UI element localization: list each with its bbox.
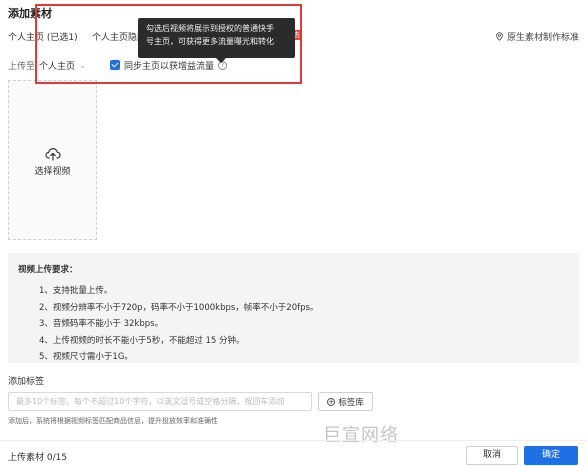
add-tags-label: 添加标签 bbox=[8, 377, 45, 387]
requirement-item: 2、视频分辨率不小于720p，码率不小于1000kbps，帧率不小于20fps。 bbox=[39, 302, 319, 313]
upload-requirements-panel: 视频上传要求： 1、支持批量上传。 2、视频分辨率不小于720p，码率不小于10… bbox=[8, 253, 579, 363]
chevron-down-icon: ⌄ bbox=[79, 60, 86, 70]
tab-personal-homepage[interactable]: 个人主页 (已选1) bbox=[8, 30, 78, 43]
video-upload-area[interactable]: 选择视频 bbox=[8, 80, 97, 240]
upload-target-label: 上传至 bbox=[8, 61, 36, 72]
requirements-title: 视频上传要求： bbox=[18, 265, 78, 275]
location-pin-icon bbox=[496, 32, 503, 41]
tooltip-line-2: 号主页，可获得更多流量曝光和转化 bbox=[146, 37, 274, 46]
cloud-upload-icon bbox=[44, 147, 61, 161]
upload-target-select[interactable]: 个人主页 ⌄ bbox=[39, 59, 86, 72]
footer-divider bbox=[0, 440, 587, 441]
requirement-item: 5、视频尺寸需小于1G。 bbox=[39, 352, 133, 362]
upload-target-row: 上传至 个人主页 ⌄ bbox=[8, 57, 86, 73]
sync-tooltip: 勾选后视频将展示到授权的普通快手 号主页，可获得更多流量曝光和转化 bbox=[138, 18, 295, 63]
tag-library-button[interactable]: + 标签库 bbox=[318, 392, 373, 411]
tag-input[interactable]: 最多10个标签。每个不超过10个字符，以英文逗号或空格分隔，按回车添加 bbox=[8, 392, 312, 411]
plus-circle-icon: + bbox=[327, 397, 336, 406]
sync-homepage-label: 同步主页以获增益流量 bbox=[124, 61, 215, 72]
tooltip-line-1: 勾选后视频将展示到授权的普通快手 bbox=[146, 24, 274, 33]
standard-link-label: 原生素材制作标准 bbox=[506, 33, 579, 43]
select-video-label: 选择视频 bbox=[34, 167, 71, 177]
tag-hint: 添加后，系统将根据视频标签匹配商品信息，提升投放效率和准确性 bbox=[8, 417, 218, 425]
upload-count: 上传素材 0/15 bbox=[8, 453, 68, 463]
sync-homepage-checkbox[interactable] bbox=[110, 60, 120, 70]
upload-target-value: 个人主页 bbox=[39, 61, 76, 72]
dialog-title: 添加素材 bbox=[8, 7, 52, 20]
native-material-standard-link[interactable]: 原生素材制作标准 bbox=[495, 30, 579, 43]
requirement-item: 4、上传视频的时长不能小于5秒，不能超过 15 分钟。 bbox=[39, 335, 245, 346]
requirement-item: 3、音频码率不能小于 32kbps。 bbox=[39, 319, 164, 329]
cancel-button[interactable]: 取消 bbox=[466, 446, 518, 465]
confirm-button[interactable]: 确定 bbox=[524, 446, 578, 465]
watermark: 巨宣网络 bbox=[323, 425, 399, 446]
requirement-item: 1、支持批量上传。 bbox=[39, 286, 113, 296]
sync-homepage-option[interactable]: 同步主页以获增益流量 ? bbox=[110, 57, 228, 73]
upload-area-content: 选择视频 bbox=[9, 147, 96, 177]
tag-library-label: 标签库 bbox=[338, 397, 364, 408]
add-material-dialog: 添加素材 个人主页 (已选1) 个人主页隐藏 热 原生素材制作标准 勾选后视频将… bbox=[0, 0, 587, 466]
